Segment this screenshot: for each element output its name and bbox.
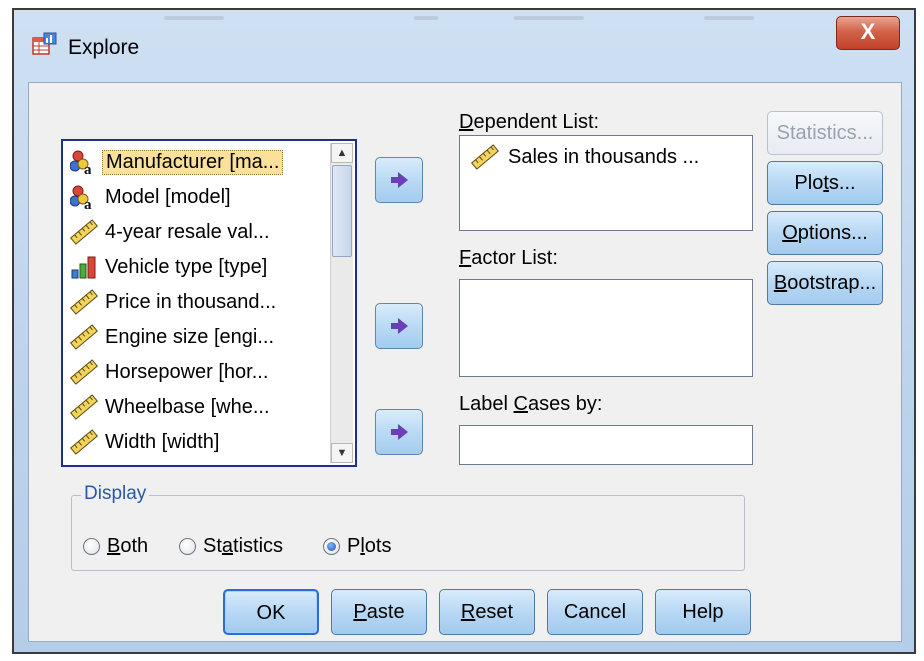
radio-statistics[interactable]: Statistics	[179, 535, 283, 558]
nominal-string-icon: a	[69, 149, 99, 175]
variable-list-item[interactable]: 4-year resale val...	[69, 217, 327, 247]
variable-label: Price in thousand...	[105, 290, 277, 313]
reset-button[interactable]: Reset	[439, 589, 535, 635]
move-to-dependent-button[interactable]	[375, 157, 423, 203]
move-to-label-cases-button[interactable]	[375, 409, 423, 455]
scroll-up-arrow[interactable]: ▲	[331, 143, 353, 163]
ok-button[interactable]: OK	[223, 589, 319, 635]
spss-app-icon	[32, 32, 57, 55]
variable-list-item[interactable]: Wheelbase [whe...	[69, 392, 327, 422]
factor-list-label: Factor List:	[459, 247, 558, 269]
bootstrap-button[interactable]: Bootstrap...	[767, 261, 883, 305]
right-arrow-icon	[391, 172, 408, 188]
variable-list-item[interactable]: Price in thousand...	[69, 287, 327, 317]
factor-list-box[interactable]	[459, 279, 753, 377]
variable-list-item[interactable]: a Model [model]	[69, 182, 327, 212]
scroll-thumb[interactable]	[332, 165, 352, 257]
radio-statistics-label: Statistics	[203, 535, 284, 557]
scale-ruler-icon	[69, 359, 99, 385]
variable-label: Vehicle type [type]	[105, 255, 268, 278]
variable-source-list[interactable]: a Manufacturer [ma... a Model [model] 4-year…	[61, 139, 357, 467]
scale-ruler-icon	[69, 219, 99, 245]
variable-label: Wheelbase [whe...	[105, 395, 270, 418]
explore-dialog: Explore X a Manufacturer [ma... a Model [mo…	[12, 8, 916, 654]
radio-button-selected-icon	[323, 538, 340, 555]
variable-list-item[interactable]: Engine size [engi...	[69, 322, 327, 352]
label-cases-field[interactable]	[459, 425, 753, 465]
variable-list-item[interactable]: a Manufacturer [ma...	[69, 147, 327, 177]
cancel-button[interactable]: Cancel	[547, 589, 643, 635]
display-group-legend: Display	[81, 483, 150, 505]
close-icon: X	[860, 19, 876, 44]
variable-label: Width [width]	[105, 430, 220, 453]
variable-label: Manufacturer [ma...	[102, 149, 284, 175]
radio-both[interactable]: Both	[83, 535, 148, 558]
dependent-list-label: Dependent List:	[459, 111, 600, 133]
variable-label: 4-year resale val...	[105, 220, 270, 243]
variable-label: Engine size [engi...	[105, 325, 274, 348]
close-button[interactable]: X	[836, 16, 900, 50]
variable-label: Horsepower [hor...	[105, 360, 269, 383]
scale-ruler-icon	[69, 324, 99, 350]
variable-list-item[interactable]: Horsepower [hor...	[69, 357, 327, 387]
paste-button[interactable]: Paste	[331, 589, 427, 635]
radio-both-label: Both	[107, 535, 149, 557]
dialog-body: a Manufacturer [ma... a Model [model] 4-year…	[28, 82, 902, 642]
title-bar: Explore X	[14, 10, 914, 80]
svg-text:a: a	[84, 162, 92, 175]
scale-ruler-icon	[470, 144, 500, 170]
nominal-string-icon: a	[69, 184, 99, 210]
variable-label: Model [model]	[105, 185, 231, 208]
display-group	[71, 495, 745, 571]
radio-plots-label: Plots	[347, 535, 392, 557]
scale-ruler-icon	[69, 394, 99, 420]
right-arrow-icon	[391, 424, 408, 440]
dependent-list-box[interactable]: Sales in thousands ...	[459, 135, 753, 231]
nominal-bar-icon	[69, 254, 99, 280]
label-cases-label: Label Cases by:	[459, 393, 603, 415]
statistics-button[interactable]: Statistics...	[767, 111, 883, 155]
plots-button[interactable]: Plots...	[767, 161, 883, 205]
radio-button-icon	[179, 538, 196, 555]
variable-list-scrollbar[interactable]: ▲ ▼	[330, 143, 353, 463]
radio-plots[interactable]: Plots	[323, 535, 391, 558]
options-button[interactable]: Options...	[767, 211, 883, 255]
dependent-variable-label: Sales in thousands ...	[508, 145, 700, 168]
window-title: Explore	[68, 36, 140, 59]
right-arrow-icon	[391, 318, 408, 334]
variable-list-item[interactable]: Vehicle type [type]	[69, 252, 327, 282]
move-to-factor-button[interactable]	[375, 303, 423, 349]
scale-ruler-icon	[69, 289, 99, 315]
radio-button-icon	[83, 538, 100, 555]
scroll-down-arrow[interactable]: ▼	[331, 443, 353, 463]
variable-list-item[interactable]: Width [width]	[69, 427, 327, 457]
scale-ruler-icon	[69, 429, 99, 455]
list-item[interactable]: Sales in thousands ...	[470, 144, 699, 170]
help-button[interactable]: Help	[655, 589, 751, 635]
svg-text:a: a	[84, 197, 92, 210]
